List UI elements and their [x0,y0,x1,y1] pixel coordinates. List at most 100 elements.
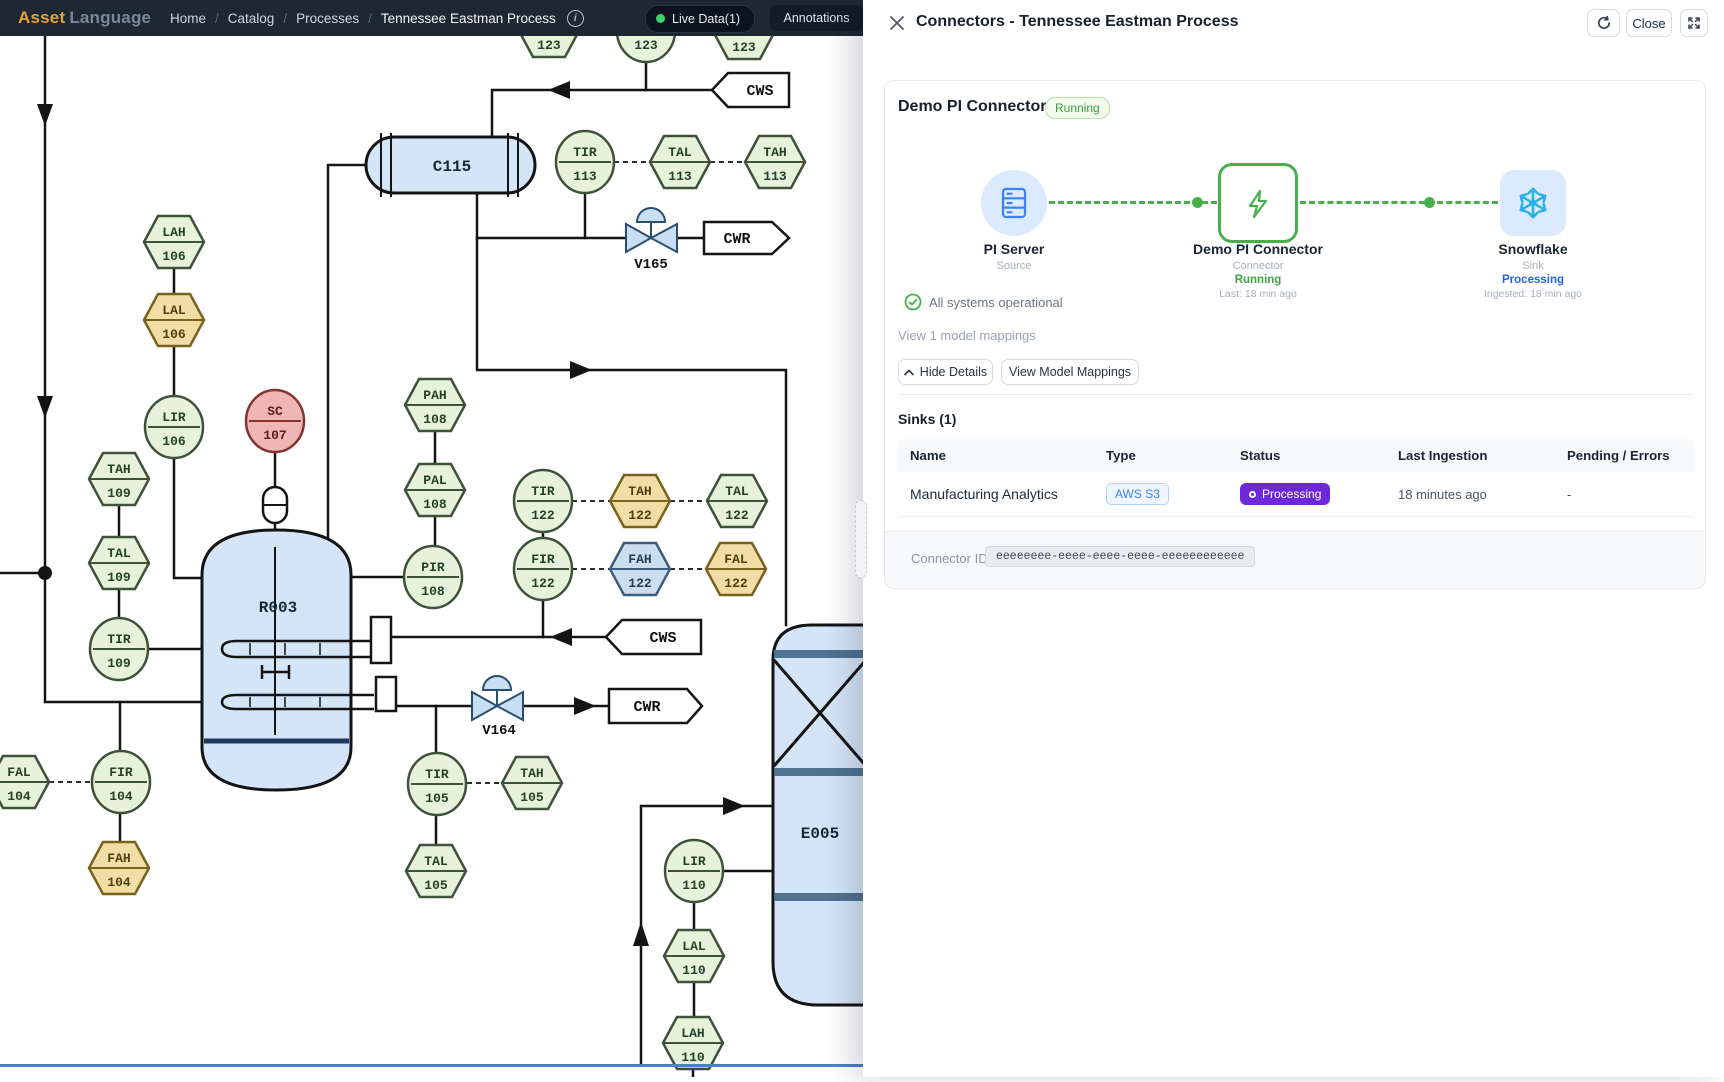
svg-text:104: 104 [7,789,31,804]
instrument-LIR-106[interactable]: LIR106 [145,396,203,458]
instrument-FAL-122[interactable]: FAL122 [706,543,766,595]
svg-text:106: 106 [162,434,186,449]
instrument-TAH-113[interactable]: TAH113 [745,136,805,188]
svg-text:TAL: TAL [107,546,131,561]
instrument-TAL-105[interactable]: TAL105 [406,845,466,897]
drawer-resize-handle[interactable] [855,500,867,578]
instrument-LIR-110[interactable]: LIR110 [665,840,723,902]
valve-V165[interactable] [626,208,677,252]
close-icon[interactable] [887,13,907,33]
breadcrumb-separator: / [283,11,287,26]
instrument-TIR-122[interactable]: TIR122 [514,470,572,532]
vessel-label-e005: E005 [801,825,839,843]
breadcrumb-home[interactable]: Home [170,11,206,26]
vessel-C115[interactable]: C115 [366,133,535,197]
info-icon[interactable]: i [567,10,584,27]
connector-id-value[interactable]: eeeeeeee-eeee-eeee-eeee-eeeeeeeeeeee [985,546,1255,567]
instrument-PAL-108[interactable]: PAL 108 [405,464,465,516]
svg-text:FAH: FAH [107,851,130,866]
svg-text:122: 122 [628,508,652,523]
running-badge: Running [1045,97,1110,119]
svg-text:TAL: TAL [424,854,448,869]
health-status-text: All systems operational [929,295,1063,310]
svg-text:TAL: TAL [668,145,692,160]
vessel-E005[interactable]: E005 [773,625,870,1005]
connector-id-label: Connector ID: [911,551,991,566]
vessel-R003[interactable]: R003 [202,487,396,790]
svg-text:106: 106 [162,249,186,264]
app-logo[interactable]: AssetLanguage [18,8,151,28]
svg-text:SC: SC [267,404,283,419]
refresh-icon [1596,15,1612,31]
svg-text:LAH: LAH [162,225,185,240]
svg-text:122: 122 [531,576,555,591]
column-type: Type [1094,448,1228,463]
instrument-FIR-122[interactable]: FIR122 [514,538,572,600]
instrument-TAL-109[interactable]: TAL 109 [89,537,149,589]
instrument-TAH-105[interactable]: TAH105 [502,757,562,809]
instrument-TIR-105[interactable]: TIR105 [408,753,466,815]
svg-text:110: 110 [682,878,706,893]
instrument-FAL-104[interactable]: FAL104 [0,756,49,808]
sinks-table: Name Type Status Last Ingestion Pending … [898,439,1694,517]
table-row[interactable]: Manufacturing Analytics AWS S3 Processin… [898,472,1694,517]
last-ingestion-value: 18 minutes ago [1386,487,1555,502]
instrument-TAL-122[interactable]: TAL122 [707,475,767,527]
refresh-button[interactable] [1587,9,1620,37]
instrument-LAL-106[interactable]: LAL106 [144,294,204,346]
flow-tag-cws-top: CWS [746,83,773,100]
sinks-table-header: Name Type Status Last Ingestion Pending … [898,439,1694,472]
breadcrumb-processes[interactable]: Processes [296,11,359,26]
instrument-TIR-113[interactable]: TIR113 [556,131,614,193]
svg-text:109: 109 [107,656,131,671]
instrument-FIR-104[interactable]: FIR104 [92,751,150,813]
svg-text:109: 109 [107,570,131,585]
live-data-label: Live Data(1) [672,12,740,26]
flow-tag-cwr-mid: CWR [633,699,660,716]
panel-title: Connectors - Tennessee Eastman Process [916,13,1239,31]
instrument-FAH-122[interactable]: FAH122 [610,543,670,595]
hide-details-button[interactable]: Hide Details [898,359,993,385]
instrument-LAH-106[interactable]: LAH 106 [144,216,204,268]
pipeline-node-connector[interactable] [1218,163,1298,243]
node-label-snowflake: Snowflake Sink Processing Ingested: 18 m… [1423,241,1643,300]
expand-button[interactable] [1680,9,1708,37]
instrument-LAL-110[interactable]: LAL110 [664,930,724,982]
instrument-FAH-104[interactable]: FAH 104 [89,842,149,894]
instrument-PIR-108[interactable]: PIR108 [404,546,462,608]
instrument-TAL-113[interactable]: TAL113 [650,136,710,188]
lightning-icon [1238,183,1278,223]
expand-icon [1687,16,1701,30]
instrument-TAH-122[interactable]: TAH 122 [610,475,670,527]
view-model-mappings-button[interactable]: View Model Mappings [1001,359,1139,385]
svg-text:TAH: TAH [763,145,786,160]
svg-text:108: 108 [423,497,447,512]
status-dot-icon [1249,491,1256,498]
valve-label-v164: V164 [482,723,516,739]
pipeline-node-snowflake[interactable] [1500,170,1566,236]
svg-text:PAH: PAH [423,388,446,403]
instrument-TIR-109[interactable]: TIR 109 [90,618,148,680]
svg-text:TAH: TAH [520,766,543,781]
annotations-label: Annotations [783,11,849,25]
live-data-button[interactable]: Live Data(1) [645,5,755,33]
svg-text:104: 104 [107,875,131,890]
model-mappings-note[interactable]: View 1 model mappings [898,328,1036,343]
svg-text:123: 123 [634,38,658,53]
instrument-LAH-110[interactable]: LAH110 [663,1017,723,1069]
svg-text:122: 122 [724,576,748,591]
instrument-TAH-109[interactable]: TAH109 [89,453,149,505]
instrument-PAH-108[interactable]: PAH 108 [405,379,465,431]
svg-text:TIR: TIR [107,632,131,647]
close-button[interactable]: Close [1626,9,1672,37]
vessel-label-r003: R003 [259,599,297,617]
svg-text:TAH: TAH [628,484,651,499]
svg-text:PAL: PAL [423,473,447,488]
breadcrumb-current-page: Tennessee Eastman Process [381,11,556,26]
pipeline-node-pi-server[interactable] [981,170,1047,236]
svg-text:108: 108 [423,412,447,427]
breadcrumb-catalog[interactable]: Catalog [228,11,275,26]
annotations-button[interactable]: Annotations [770,5,863,31]
instrument-SC-107[interactable]: SC107 [246,390,304,452]
valve-V164[interactable] [472,676,523,720]
